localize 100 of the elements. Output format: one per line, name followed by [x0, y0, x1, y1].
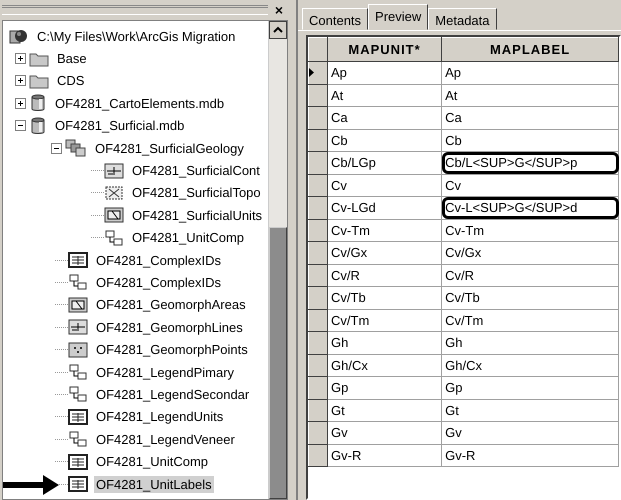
- tree-item[interactable]: OF4281_GeomorphPoints: [94, 341, 250, 358]
- tree-item[interactable]: CDS: [55, 72, 86, 90]
- tree-item[interactable]: OF4281_CartoElements.mdb: [53, 94, 226, 112]
- table-cell: Cv-L<SUP>G</SUP>d: [442, 196, 618, 219]
- table-cell: At: [442, 84, 618, 106]
- table-cell: Cv/R: [442, 264, 618, 286]
- table-icon: [68, 252, 88, 268]
- column-header[interactable]: MAPUNIT*: [328, 38, 442, 62]
- relationship-icon: [68, 274, 88, 290]
- polygon-layer-icon: [68, 296, 88, 313]
- table-cell: Cb: [328, 129, 442, 152]
- table-icon: [68, 408, 88, 425]
- table-icon: [68, 476, 88, 492]
- expand-toggle[interactable]: [15, 75, 26, 86]
- tree-item[interactable]: OF4281_UnitComp: [94, 453, 210, 470]
- tree-item[interactable]: OF4281_ComplexIDs: [94, 252, 223, 269]
- row-selector[interactable]: [308, 332, 328, 354]
- relationship-icon: [104, 230, 124, 246]
- table-cell: Cv-Tm: [328, 219, 442, 242]
- row-selector[interactable]: [308, 62, 328, 84]
- row-selector[interactable]: [308, 242, 328, 264]
- tree-item[interactable]: OF4281_UnitComp: [130, 229, 246, 246]
- row-selector[interactable]: [308, 219, 328, 242]
- row-selector[interactable]: [308, 174, 328, 196]
- table-cell: Ap: [328, 62, 442, 84]
- close-button[interactable]: ×: [272, 3, 286, 17]
- tree-item[interactable]: C:\My Files\Work\ArcGis Migration: [35, 28, 238, 45]
- collapse-toggle[interactable]: [15, 120, 26, 132]
- table-cell: Cv/Gx: [328, 242, 442, 264]
- tree-item[interactable]: OF4281_LegendUnits: [94, 408, 226, 426]
- dataset-icon: [65, 139, 87, 158]
- table-cell: Cb: [442, 129, 618, 152]
- column-header[interactable]: MAPLABEL: [442, 38, 618, 62]
- folder-icon: [29, 50, 49, 67]
- tree-item[interactable]: OF4281_GeomorphAreas: [94, 296, 248, 314]
- table-cell: Gv: [328, 422, 442, 444]
- table-cell: Gp: [328, 376, 442, 399]
- row-selector[interactable]: [308, 264, 328, 286]
- tree-item[interactable]: OF4281_LegendVeneer: [94, 430, 237, 448]
- table-cell: Cv: [328, 174, 442, 196]
- row-selector[interactable]: [308, 422, 328, 444]
- tree-item[interactable]: OF4281_SurficialCont: [130, 162, 262, 180]
- line-layer-icon: [104, 162, 124, 179]
- table-cell: Cv/Gx: [442, 242, 618, 264]
- table-cell: Gh/Cx: [442, 354, 618, 376]
- row-selector[interactable]: [308, 84, 328, 106]
- table-cell: Cv/Tm: [328, 309, 442, 332]
- tree-item[interactable]: OF4281_SurficialUnits: [130, 206, 264, 224]
- tab[interactable]: Preview: [368, 4, 428, 30]
- table-cell: Gv-R: [442, 444, 618, 466]
- table-cell: Ap: [442, 62, 618, 84]
- collapse-toggle[interactable]: [51, 142, 62, 154]
- row-selector[interactable]: [308, 196, 328, 219]
- row-selector[interactable]: [308, 376, 328, 399]
- tree-item[interactable]: OF4281_Surficial.mdb: [53, 117, 186, 134]
- table-cell: Cv: [442, 174, 618, 196]
- expand-toggle[interactable]: [15, 98, 26, 109]
- table-cell: Gt: [328, 399, 442, 422]
- tree-item[interactable]: OF4281_UnitLabels: [94, 476, 214, 492]
- current-row-icon: [309, 68, 315, 78]
- line-layer-icon: [68, 319, 88, 336]
- row-selector[interactable]: [308, 129, 328, 152]
- table-cell: Ca: [328, 106, 442, 129]
- relationship-icon: [68, 364, 88, 380]
- scrollbar[interactable]: [268, 21, 287, 499]
- tab[interactable]: Metadata: [428, 8, 496, 30]
- tree-item[interactable]: OF4281_SurficialGeology: [93, 140, 246, 157]
- tree-item[interactable]: OF4281_ComplexIDs: [94, 274, 223, 291]
- row-selector[interactable]: [308, 106, 328, 129]
- table-cell: Cv/Tm: [442, 309, 618, 332]
- row-selector[interactable]: [308, 309, 328, 332]
- database-icon: [29, 94, 47, 112]
- relationship-icon: [68, 431, 88, 448]
- tree-item[interactable]: OF4281_GeomorphLines: [94, 318, 245, 336]
- database-icon: [29, 116, 47, 135]
- expand-toggle[interactable]: [15, 53, 26, 64]
- row-selector[interactable]: [308, 152, 328, 174]
- tab[interactable]: Contents: [302, 8, 368, 30]
- polygon-layer-icon: [104, 207, 124, 224]
- tree-item[interactable]: OF4281_LegendSecondar: [94, 386, 252, 403]
- row-selector[interactable]: [308, 354, 328, 376]
- table-cell: Cv-LGd: [328, 196, 442, 219]
- table-cell: Gt: [442, 399, 618, 422]
- scroll-thumb[interactable]: [269, 227, 287, 499]
- row-selector[interactable]: [308, 399, 328, 422]
- tree-item[interactable]: Base: [55, 50, 89, 68]
- table-cell: Gh/Cx: [328, 354, 442, 376]
- row-selector[interactable]: [308, 286, 328, 309]
- table-cell: Cb/LGp: [328, 152, 442, 174]
- table-cell: Cv/R: [328, 264, 442, 286]
- relationship-icon: [68, 386, 88, 402]
- table-cell: Gh: [328, 332, 442, 354]
- tree-item[interactable]: OF4281_SurficialTopo: [130, 184, 263, 202]
- table-cell: Ca: [442, 106, 618, 129]
- table-cell: Gv: [442, 422, 618, 444]
- table-cell: Gv-R: [328, 444, 442, 466]
- scroll-up-button[interactable]: [269, 21, 287, 39]
- tree-item[interactable]: OF4281_LegendPimary: [94, 364, 236, 381]
- row-selector[interactable]: [308, 444, 328, 466]
- panel-grip[interactable]: [2, 5, 268, 15]
